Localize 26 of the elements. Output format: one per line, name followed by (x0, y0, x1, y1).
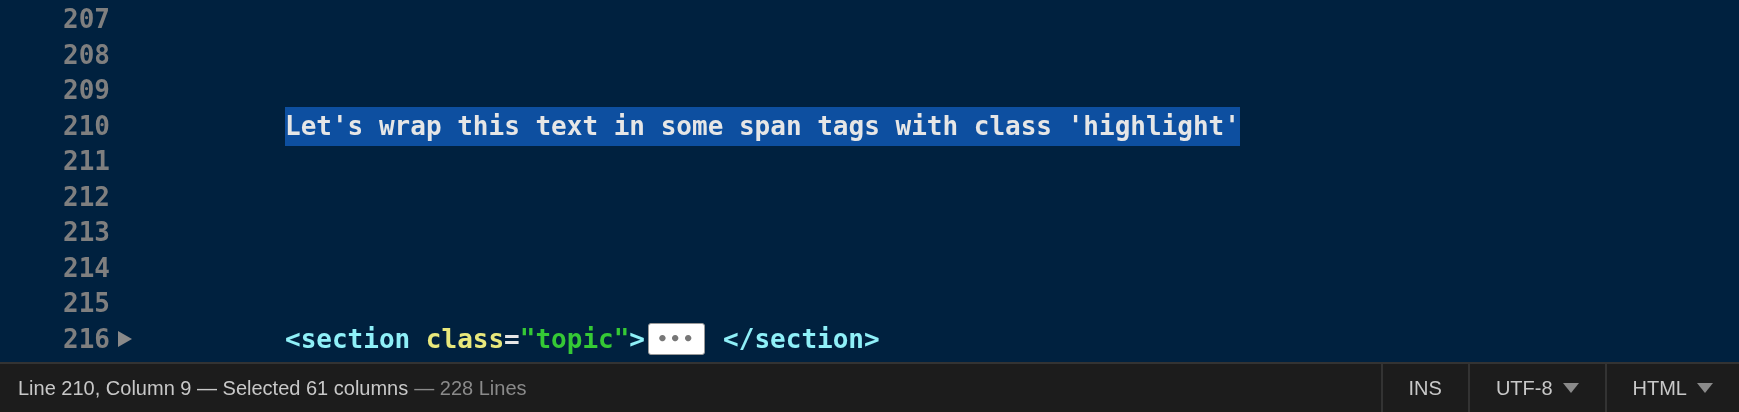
equals-sign: = (504, 322, 520, 356)
status-text: Line 210, Column 9 — Selected 61 columns (18, 376, 409, 401)
html-tag: <section (285, 319, 411, 359)
line-number: 211 (62, 145, 110, 179)
line-number: 215 (62, 287, 110, 321)
caret-icon (1562, 383, 1579, 393)
dropdown-button[interactable]: HTML (1604, 364, 1739, 412)
attribute-name: class (425, 322, 505, 356)
line-number: 214 (62, 251, 110, 285)
line-number: 210 (62, 109, 110, 143)
dropdown-button[interactable]: UTF-8 (1467, 364, 1605, 412)
attribute-value: "topic" (519, 322, 630, 356)
line-count: — 228 Lines (414, 376, 527, 401)
line-number: 213 (62, 216, 110, 250)
code-text: Let's wrap this text in some span tags with class 'highlight' (285, 106, 1240, 146)
line-number: 208 (62, 38, 110, 72)
line-number: 212 (62, 180, 110, 214)
fold-arrow-icon[interactable] (117, 330, 133, 349)
html-tag: > (629, 319, 645, 359)
mode-indicator[interactable]: INS (1380, 364, 1468, 412)
line-number: 209 (62, 74, 110, 108)
caret-icon (1697, 383, 1713, 393)
folded-code-marker[interactable]: ••• (648, 323, 705, 356)
line-number: 216 (62, 322, 110, 356)
line-number: 207 (62, 3, 110, 37)
html-tag: </section> (723, 319, 880, 359)
